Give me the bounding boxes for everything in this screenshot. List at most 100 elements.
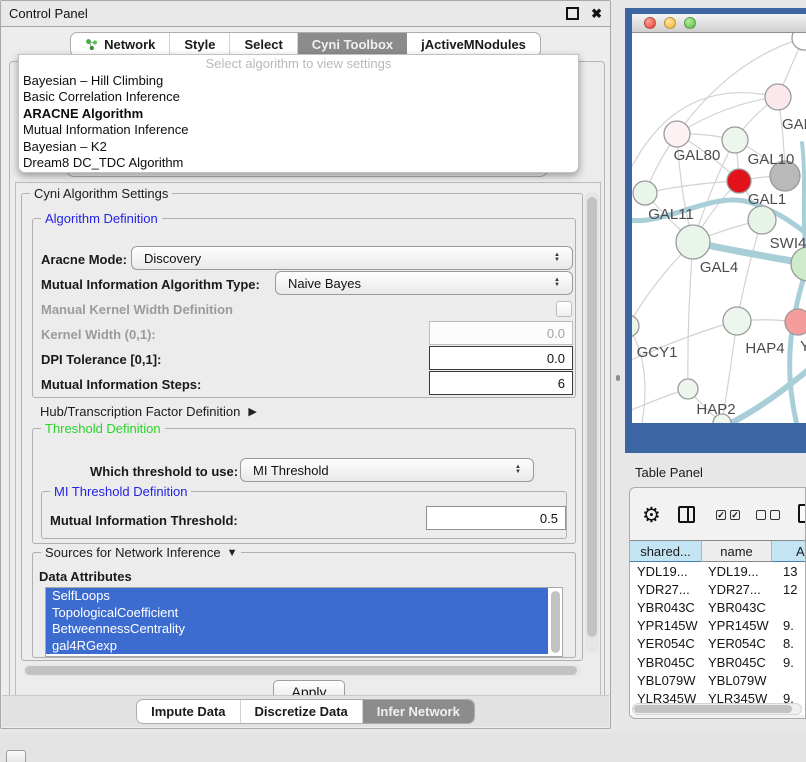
data-attribute-item[interactable]: TopologicalCoefficient xyxy=(46,605,548,622)
tab-impute-data[interactable]: Impute Data xyxy=(137,700,240,723)
tab-cyni-toolbox[interactable]: Cyni Toolbox xyxy=(298,33,407,56)
network-view-window: GALGAL80GAL10GAL1GAL11GAL4SWI4GCY1HAP4YH… xyxy=(625,8,806,453)
gear-icon[interactable]: ⚙ xyxy=(642,503,661,528)
table-cell: YBL079W xyxy=(630,673,701,688)
manual-kernel-checkbox[interactable] xyxy=(556,301,572,317)
mi-steps-field[interactable]: 6 xyxy=(429,371,573,395)
zoom-traffic-button[interactable] xyxy=(684,17,696,29)
data-attribute-item[interactable]: gal4RGexp xyxy=(46,638,548,655)
split-columns-icon[interactable] xyxy=(678,506,695,523)
table-cell: YDL19... xyxy=(701,564,772,579)
node-gal10[interactable] xyxy=(722,127,748,153)
hub-definition-expander[interactable]: Hub/Transcription Factor Definition ▶ xyxy=(40,404,257,419)
control-panel-titlebar: Control Panel ✖ xyxy=(1,1,610,27)
dpi-tolerance-field[interactable]: 0.0 xyxy=(429,346,573,370)
document-icon[interactable] xyxy=(798,504,806,523)
column-header-shared[interactable]: shared... xyxy=(630,541,701,563)
network-canvas[interactable]: GALGAL80GAL10GAL1GAL11GAL4SWI4GCY1HAP4YH… xyxy=(632,33,806,423)
tab-infer-network[interactable]: Infer Network xyxy=(363,700,474,723)
panel-title: Control Panel xyxy=(9,6,88,21)
table-row[interactable]: YBR043CYBR043C xyxy=(630,598,805,616)
node-gal80[interactable] xyxy=(664,121,690,147)
tab-jactivemnodules[interactable]: jActiveMNodules xyxy=(407,33,540,56)
threshold-definition-title: Threshold Definition xyxy=(41,421,165,436)
node-hap4[interactable] xyxy=(723,307,751,335)
unchecked-checkbox-icon[interactable] xyxy=(756,510,766,520)
algorithm-option[interactable]: ARACNE Algorithm xyxy=(19,106,578,122)
node-hap2[interactable] xyxy=(678,379,698,399)
node-swi4[interactable] xyxy=(791,247,806,281)
tab-discretize-data[interactable]: Discretize Data xyxy=(241,700,363,723)
table-cell: 12 xyxy=(772,582,805,597)
mi-threshold-group: MI Threshold Definition Mutual Informati… xyxy=(41,491,567,539)
data-attribute-item[interactable]: SelfLoops xyxy=(46,588,548,605)
tab-network[interactable]: Network xyxy=(71,33,170,56)
node-green-mid[interactable] xyxy=(748,206,776,234)
table-header-row: shared... name A xyxy=(630,540,805,563)
threshold-definition-group: Threshold Definition Which threshold to … xyxy=(32,428,576,544)
table-row[interactable]: YBR045CYBR045C9. xyxy=(630,653,805,671)
table-row[interactable]: YER054CYER054C8. xyxy=(630,635,805,653)
algorithm-option[interactable]: Dream8 DC_TDC Algorithm xyxy=(19,155,578,171)
settings-vertical-scrollbar[interactable] xyxy=(585,191,599,653)
dpi-tolerance-label: DPI Tolerance [0,1]: xyxy=(41,352,161,367)
close-traffic-button[interactable] xyxy=(644,17,656,29)
node-gal4[interactable] xyxy=(676,225,710,259)
aracne-mode-label: Aracne Mode: xyxy=(41,252,127,267)
algorithm-option[interactable]: Mutual Information Inference xyxy=(19,122,578,138)
combo-spinner-icon: ▲▼ xyxy=(554,253,560,263)
node-gal1[interactable] xyxy=(727,169,751,193)
table-row[interactable]: YBL079WYBL079W xyxy=(630,671,805,689)
node-gal1-label: GAL1 xyxy=(748,191,786,208)
cyni-algorithm-settings-group: Cyni Algorithm Settings Algorithm Defini… xyxy=(21,193,583,661)
algorithm-option[interactable]: Basic Correlation Inference xyxy=(19,89,578,105)
which-threshold-combo[interactable]: MI Threshold ▲▼ xyxy=(240,458,534,482)
float-window-icon[interactable] xyxy=(566,7,579,20)
table-cell: YER054C xyxy=(701,636,772,651)
table-cell: YBL079W xyxy=(701,673,772,688)
node-gal-partial[interactable] xyxy=(765,84,791,110)
settings-horizontal-scrollbar[interactable] xyxy=(23,665,581,676)
column-header-a[interactable]: A xyxy=(772,541,805,563)
expanded-arrow-icon[interactable]: ▼ xyxy=(227,547,238,559)
panel-resize-handle[interactable] xyxy=(616,375,620,381)
node-gal11[interactable] xyxy=(633,181,657,205)
node-top-partial[interactable] xyxy=(792,33,806,50)
algorithm-option[interactable]: Bayesian – Hill Climbing xyxy=(19,73,578,89)
attributes-scrollbar[interactable] xyxy=(551,591,560,653)
node-hap4-label: HAP4 xyxy=(745,340,784,357)
node-gal11-label: GAL11 xyxy=(648,206,694,223)
table-body: YDL19...YDL19...13YDR27...YDR27...12YBR0… xyxy=(630,562,805,715)
data-attribute-item[interactable]: BetweennessCentrality xyxy=(46,621,548,638)
table-cell: 13 xyxy=(772,564,805,579)
mi-threshold-field[interactable]: 0.5 xyxy=(426,506,566,530)
bottom-tab-strip: Impute Data Discretize Data Infer Networ… xyxy=(2,695,609,727)
table-cell: YBR045C xyxy=(630,655,701,670)
table-horizontal-scrollbar[interactable] xyxy=(632,703,802,715)
algorithm-placeholder: Select algorithm to view settings xyxy=(19,55,578,73)
data-attributes-list[interactable]: SelfLoopsTopologicalCoefficientBetweenne… xyxy=(45,587,563,657)
node-gal-partial-label: GAL xyxy=(782,116,806,133)
table-cell: YPR145W xyxy=(630,618,701,633)
close-icon[interactable]: ✖ xyxy=(591,7,602,20)
table-cell: 9. xyxy=(772,618,805,633)
tab-select[interactable]: Select xyxy=(230,33,297,56)
algorithm-option[interactable]: Bayesian – K2 xyxy=(19,139,578,155)
tab-style[interactable]: Style xyxy=(170,33,230,56)
checked-checkbox-icon[interactable]: ✓ xyxy=(716,510,726,520)
unchecked-checkbox-icon[interactable] xyxy=(770,510,780,520)
table-row[interactable]: YPR145WYPR145W9. xyxy=(630,617,805,635)
table-cell: YDL19... xyxy=(630,564,701,579)
table-row[interactable]: YDR27...YDR27...12 xyxy=(630,580,805,598)
minimize-traffic-button[interactable] xyxy=(664,17,676,29)
table-cell: 8. xyxy=(772,636,805,651)
node-gcy1[interactable] xyxy=(632,315,639,337)
aracne-mode-combo[interactable]: Discovery ▲▼ xyxy=(131,246,573,270)
collapsed-panel-button[interactable] xyxy=(6,750,26,762)
node-swi4-label: SWI4 xyxy=(770,235,806,252)
node-salmon[interactable] xyxy=(785,309,806,335)
table-row[interactable]: YDL19...YDL19...13 xyxy=(630,562,805,580)
checked-checkbox-icon[interactable]: ✓ xyxy=(730,510,740,520)
column-header-name[interactable]: name xyxy=(701,541,772,563)
mi-type-combo[interactable]: Naive Bayes ▲▼ xyxy=(275,271,573,295)
